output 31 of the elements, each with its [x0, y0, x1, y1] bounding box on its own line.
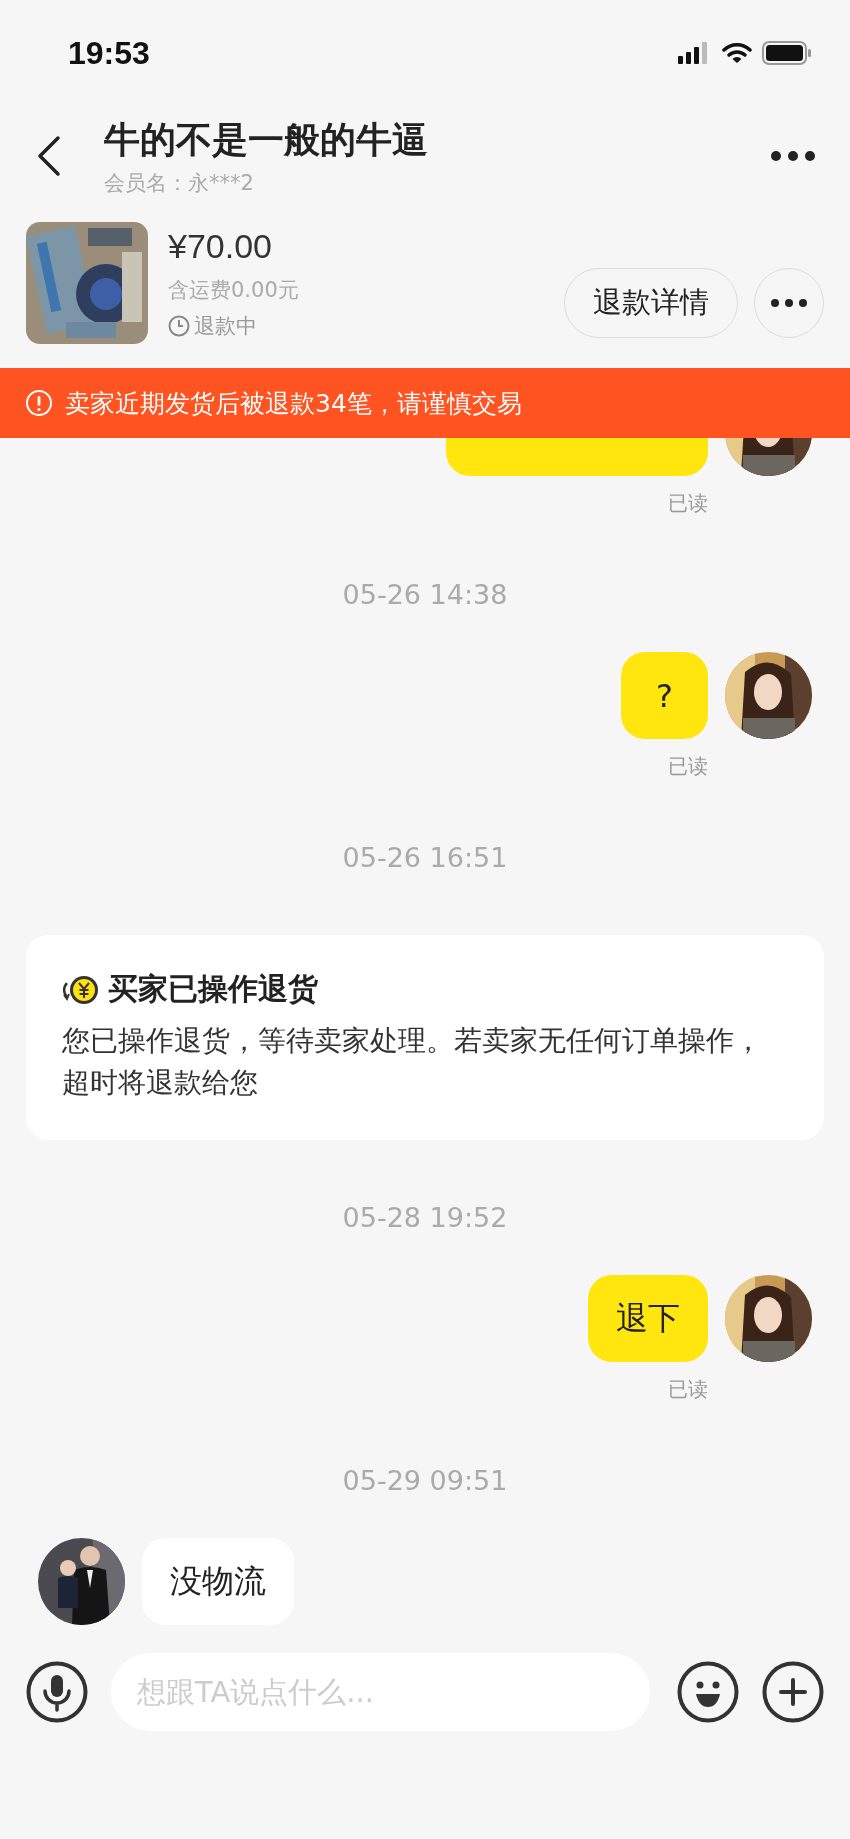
message-bubble: 退下 — [588, 1275, 708, 1362]
shipping-fee: 含运费0.00元 — [168, 276, 300, 304]
chat-title: 牛的不是一般的牛逼 — [104, 117, 429, 162]
timestamp: 05-29 09:51 — [342, 1465, 508, 1496]
add-icon[interactable] — [762, 1661, 824, 1723]
refund-status: 退款中 — [194, 312, 257, 340]
more-icon[interactable] — [770, 150, 816, 162]
notice-text: 您已操作退货，等待卖家处理。若卖家无任何订单操作，超时将退款给您 — [62, 1023, 763, 1101]
clock-icon — [168, 314, 190, 337]
emoji-icon[interactable] — [677, 1661, 739, 1723]
refund-coin-icon — [60, 973, 100, 1006]
member-name: 会员名：永***2 — [104, 169, 255, 197]
read-receipt: 已读 — [668, 1376, 708, 1403]
read-receipt: 已读 — [668, 490, 708, 517]
more-icon — [770, 298, 808, 308]
timestamp: 05-26 16:51 — [342, 842, 508, 873]
message-bubble: ? — [621, 652, 708, 739]
status-time: 19:53 — [68, 34, 150, 72]
timestamp: 05-26 14:38 — [342, 579, 508, 610]
price: ¥70.00 — [168, 226, 273, 266]
back-icon[interactable] — [36, 135, 62, 177]
battery-icon — [762, 41, 812, 65]
message-bubble: 没物流 — [142, 1538, 294, 1625]
wifi-icon — [722, 42, 752, 64]
alert-icon — [25, 389, 53, 417]
notice-title: 买家已操作退货 — [108, 970, 318, 1008]
warning-text: 卖家近期发货后被退款34笔，请谨慎交易 — [65, 387, 522, 420]
microphone-icon[interactable] — [26, 1661, 88, 1723]
timestamp: 05-28 19:52 — [342, 1202, 508, 1233]
refund-details-button[interactable]: 退款详情 — [564, 268, 738, 338]
read-receipt: 已读 — [668, 753, 708, 780]
